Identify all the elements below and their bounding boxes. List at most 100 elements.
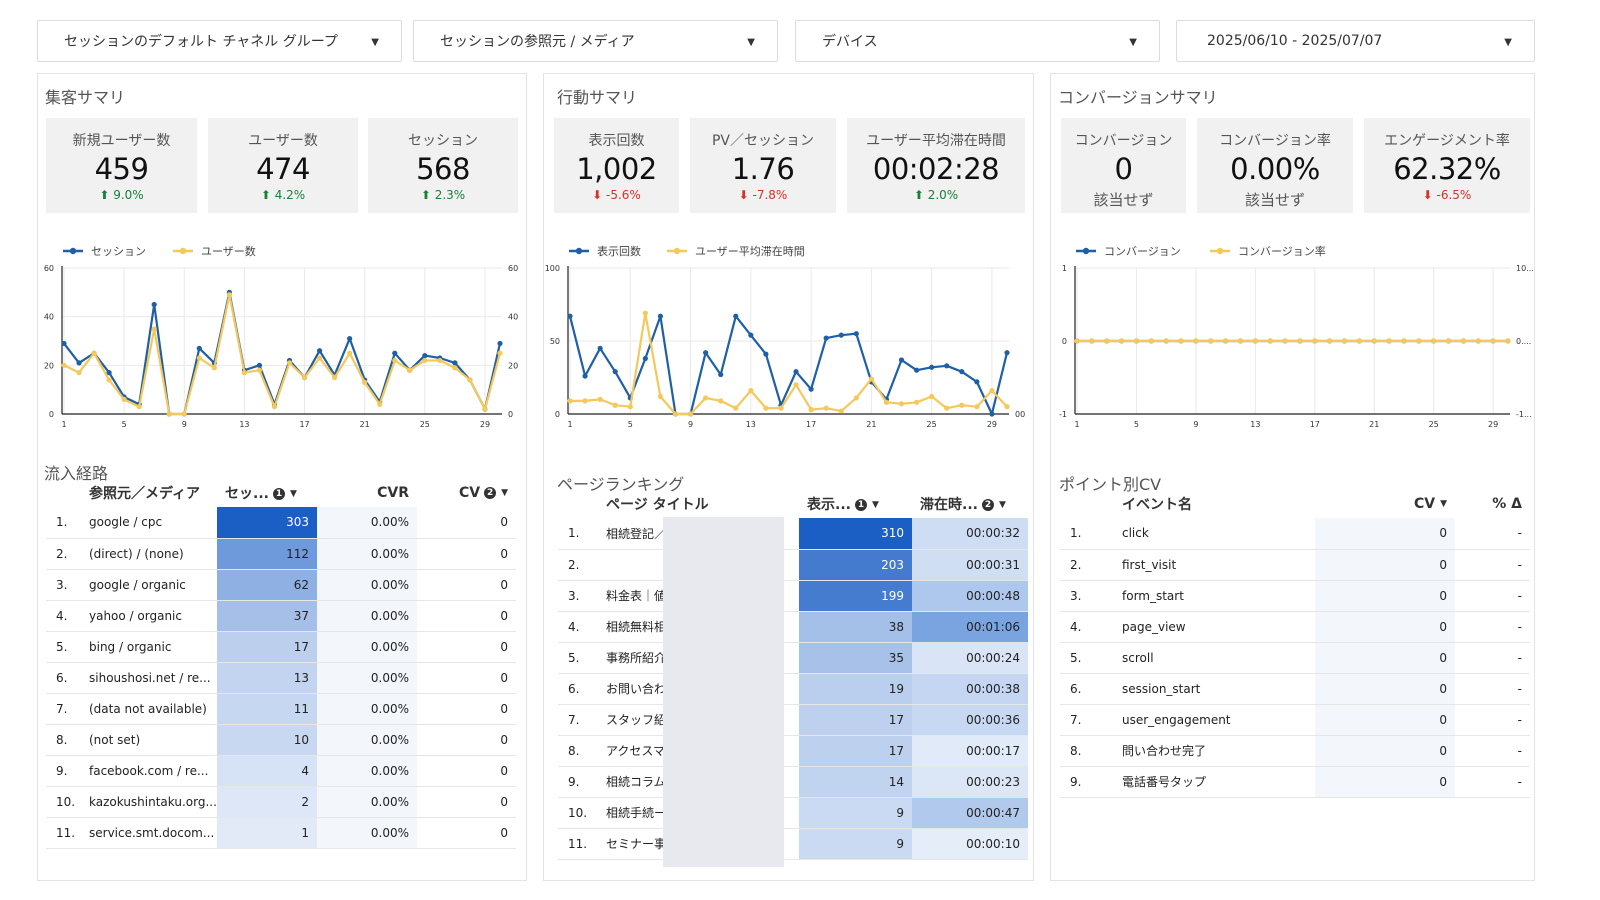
cvr-cell: 0.00% [317, 786, 417, 818]
table-row[interactable]: 4. 相続無料相 38 00:01:06 [558, 611, 1028, 643]
row-index: 7. [558, 704, 594, 736]
sort-desc-icon[interactable]: ▼ [1440, 499, 1447, 509]
table-header-row: 参照元／メディア セッ... 1 ▼ CVR CV 2 ▼ [46, 479, 516, 507]
data-point [196, 345, 202, 351]
kpi-delta: ⬆ 4.2% [208, 188, 358, 202]
kpi-label: 表示回数 [588, 133, 645, 149]
y-tick-label-left: 0 [555, 410, 560, 419]
event-name-cell: session_start [1110, 673, 1315, 705]
info-icon[interactable]: 2 [981, 499, 994, 511]
header-pct-change[interactable]: % Δ [1455, 490, 1530, 518]
dwell-time-cell: 00:00:36 [912, 704, 1028, 736]
table-row[interactable]: 1. click 0- [1060, 518, 1530, 550]
source-medium-cell: kazokushintaku.org... [89, 786, 217, 818]
table-row[interactable]: 9. facebook.com / re... 4 0.00% 0 [46, 755, 516, 787]
table-row[interactable]: 5. scroll 0- [1060, 642, 1530, 674]
channel-group-filter[interactable]: セッションのデフォルト チャネル グループ ▼ [37, 20, 402, 62]
table-row[interactable]: 4. page_view 0- [1060, 611, 1530, 643]
header-dwell-time[interactable]: 滞在時... 2 ▼ [912, 490, 1028, 518]
table-row[interactable]: 3. 料金表｜値 199 00:00:48 [558, 580, 1028, 612]
header-event-name[interactable]: イベント名 [1110, 490, 1315, 518]
cv-cell: 0 [417, 786, 516, 818]
sort-desc-icon[interactable]: ▼ [872, 500, 879, 510]
behavior-line-chart[interactable]: 表示回数 ユーザー平均滞在時間 0 50 100 00 1 5 9 13 17 21 25 29 [544, 235, 1033, 435]
data-point [286, 360, 293, 366]
table-row[interactable]: 10. kazokushintaku.org... 2 0.00% 0 [46, 786, 516, 818]
table-row[interactable]: 5. bing / organic 17 0.00% 0 [46, 631, 516, 663]
sort-icon[interactable]: ▼ [501, 488, 508, 498]
data-point [989, 411, 995, 417]
sort-desc-icon[interactable]: ▼ [290, 489, 297, 499]
acquisition-line-chart[interactable]: セッション ユーザー数 0 20 40 60 0 20 40 60 1 5 9 13 17 21 25 29 [38, 235, 526, 435]
table-row[interactable]: 9. 相続コラム 14 00:00:23 [558, 766, 1028, 798]
table-row[interactable]: 4. yahoo / organic 37 0.00% 0 [46, 600, 516, 632]
data-point [597, 396, 603, 402]
info-icon[interactable]: 1 [272, 488, 285, 500]
data-point [76, 360, 82, 366]
table-row[interactable]: 8. (not set) 10 0.00% 0 [46, 724, 516, 756]
header-sessions[interactable]: セッ... 1 ▼ [217, 479, 317, 507]
data-point [1475, 338, 1481, 344]
table-row[interactable]: 11. service.smt.docom... 1 0.00% 0 [46, 817, 516, 849]
table-row[interactable]: 6. sihoushosi.net / re... 13 0.00% 0 [46, 662, 516, 694]
info-icon[interactable]: 2 [484, 487, 497, 499]
header-page-title[interactable]: ページ タイトル [594, 490, 799, 518]
table-row[interactable]: 1. google / cpc 303 0.00% 0 [46, 507, 516, 539]
conversion-line-chart[interactable]: コンバージョン コンバージョン率 -1 0 1 -1... 0.... 10... 1 5 9 13 1… [1051, 235, 1534, 435]
table-row[interactable]: 6. お問い合わ 19 00:00:38 [558, 673, 1028, 705]
table-row[interactable]: 1. 相続登記／ 310 00:00:32 [558, 518, 1028, 550]
table-row[interactable]: 8. アクセスマ 17 00:00:17 [558, 735, 1028, 767]
pct-change-cell: - [1455, 735, 1530, 767]
kpi-label: セッション [408, 133, 478, 149]
header-cvr[interactable]: CVR [317, 479, 417, 507]
cv-cell: 0 [1315, 611, 1455, 643]
kpi-sub: 該当せず [1244, 191, 1305, 209]
header-views[interactable]: 表示... 1 ▼ [799, 490, 912, 518]
sessions-cell: 62 [217, 569, 317, 601]
row-index: 4. [46, 600, 89, 632]
data-point [929, 393, 935, 400]
views-cell: 203 [799, 549, 912, 581]
table-row[interactable]: 2. (direct) / (none) 112 0.00% 0 [46, 538, 516, 570]
table-row[interactable]: 7. (data not available) 11 0.00% 0 [46, 693, 516, 725]
cv-cell: 0 [417, 693, 516, 725]
data-point [1341, 338, 1348, 344]
y-tick-label-left: 50 [550, 337, 560, 346]
date-range-picker[interactable]: 2025/06/10 - 2025/07/07 ▼ [1176, 20, 1535, 62]
table-row[interactable]: 10. 相続手続ー 9 00:00:47 [558, 797, 1028, 829]
header-source-medium[interactable]: 参照元／メディア [89, 479, 217, 507]
data-point [136, 404, 142, 410]
table-row[interactable]: 2. 203 00:00:31 [558, 549, 1028, 581]
source-medium-filter[interactable]: セッションの参照元 / メディア ▼ [413, 20, 778, 62]
channel-group-filter-label: セッションのデフォルト チャネル グループ [64, 34, 338, 50]
y-tick-label-right: 60 [508, 264, 518, 273]
table-row[interactable]: 11. セミナー事 9 00:00:10 [558, 828, 1028, 860]
data-point [271, 404, 278, 410]
table-row[interactable]: 5. 事務所紹介 35 00:00:24 [558, 642, 1028, 674]
x-tick-label: 17 [806, 420, 816, 429]
info-icon[interactable]: 1 [854, 499, 867, 511]
table-row[interactable]: 7. user_engagement 0- [1060, 704, 1530, 736]
table-row[interactable]: 3. google / organic 62 0.00% 0 [46, 569, 516, 601]
data-point [1401, 338, 1407, 344]
legend-label: コンバージョン率 [1238, 244, 1326, 258]
table-row[interactable]: 8. 問い合わせ完了 0- [1060, 735, 1530, 767]
data-point [76, 370, 82, 376]
kpi-delta-value: 4.2% [274, 188, 306, 202]
x-tick-label: 9 [182, 420, 187, 429]
table-row[interactable]: 9. 電話番号タップ 0- [1060, 766, 1530, 798]
traffic-table: 参照元／メディア セッ... 1 ▼ CVR CV 2 ▼ 1. google / cpc… [46, 479, 516, 849]
data-point [1445, 338, 1452, 344]
header-cv[interactable]: CV ▼ [1315, 490, 1455, 518]
header-index [46, 479, 89, 507]
arrow-up-icon: ⬆ [913, 188, 928, 202]
table-row[interactable]: 2. first_visit 0- [1060, 549, 1530, 581]
legend-marker [673, 247, 681, 255]
sort-icon[interactable]: ▼ [999, 500, 1006, 510]
table-row[interactable]: 7. スタッフ紹 17 00:00:36 [558, 704, 1028, 736]
table-row[interactable]: 6. session_start 0- [1060, 673, 1530, 705]
table-row[interactable]: 3. form_start 0- [1060, 580, 1530, 612]
kpi-delta-value: -5.6% [606, 188, 641, 202]
device-filter[interactable]: デバイス ▼ [795, 20, 1160, 62]
header-cv[interactable]: CV 2 ▼ [417, 479, 516, 507]
